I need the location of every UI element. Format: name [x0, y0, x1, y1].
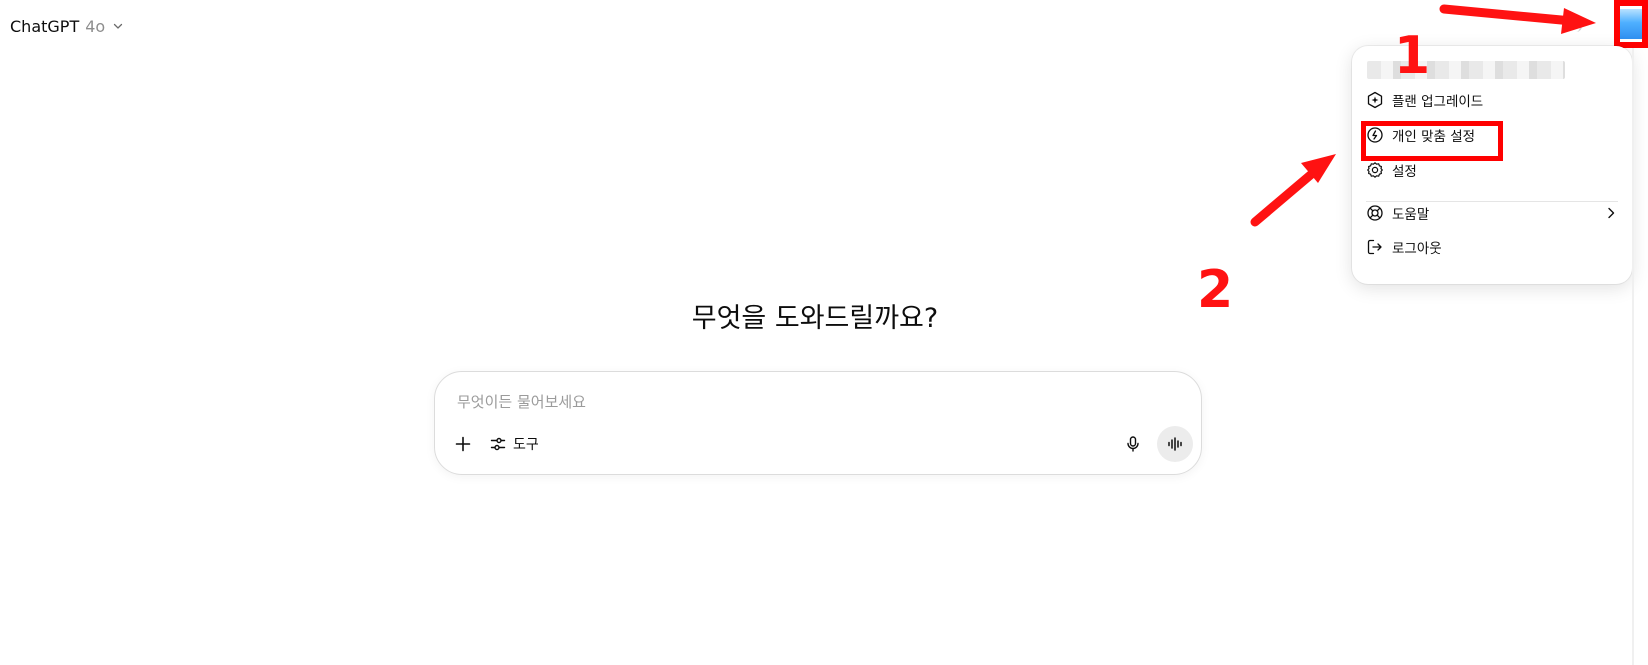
menu-item-label: 설정: [1392, 164, 1417, 180]
plus-icon: [455, 436, 471, 452]
menu-item-help[interactable]: 도움말: [1366, 199, 1618, 227]
model-switcher[interactable]: ChatGPT 4o: [10, 14, 123, 38]
tools-button[interactable]: 도구: [489, 430, 539, 458]
chevron-right-icon: [1608, 207, 1615, 219]
personalization-highlight-box: [1361, 121, 1503, 161]
menu-item-label: 도움말: [1392, 207, 1430, 223]
menu-item-label: 플랜 업그레이드: [1392, 94, 1484, 110]
help-lifebuoy-icon: [1367, 205, 1383, 221]
chat-composer: 도구: [434, 371, 1202, 475]
voice-mode-button[interactable]: [1157, 426, 1193, 462]
upgrade-plan-icon: [1367, 91, 1383, 109]
dictation-button[interactable]: [1121, 432, 1145, 456]
tools-label: 도구: [513, 437, 539, 453]
microphone-icon: [1127, 436, 1139, 452]
chevron-down-icon: [114, 23, 123, 29]
avatar-highlight-box: [1614, 0, 1648, 48]
attach-button[interactable]: [451, 432, 475, 456]
waveform-icon: [1168, 437, 1182, 451]
scrollbar[interactable]: [1632, 48, 1634, 665]
logout-icon: [1367, 239, 1382, 255]
menu-item-upgrade-plan[interactable]: 플랜 업그레이드: [1366, 86, 1618, 114]
menu-item-label: 로그아웃: [1392, 241, 1442, 257]
sliders-icon: [490, 437, 506, 451]
app-name: ChatGPT: [10, 16, 80, 36]
prompt-input[interactable]: [455, 388, 1159, 416]
gear-icon: [1367, 162, 1383, 178]
arrow-to-personalization: [1250, 154, 1336, 227]
share-icon[interactable]: [1570, 16, 1582, 32]
avatar[interactable]: [1620, 9, 1642, 39]
menu-item-logout[interactable]: 로그아웃: [1366, 233, 1618, 261]
model-version: 4o: [85, 16, 106, 36]
annotation-step-1: 1: [1394, 26, 1431, 86]
chatgpt-page: ChatGPT 4o 플랜 업그레이드 개인 맞춤 설정 설정 도움말 로그아웃…: [0, 0, 1648, 665]
page-title: 무엇을 도와드릴까요?: [691, 303, 939, 334]
